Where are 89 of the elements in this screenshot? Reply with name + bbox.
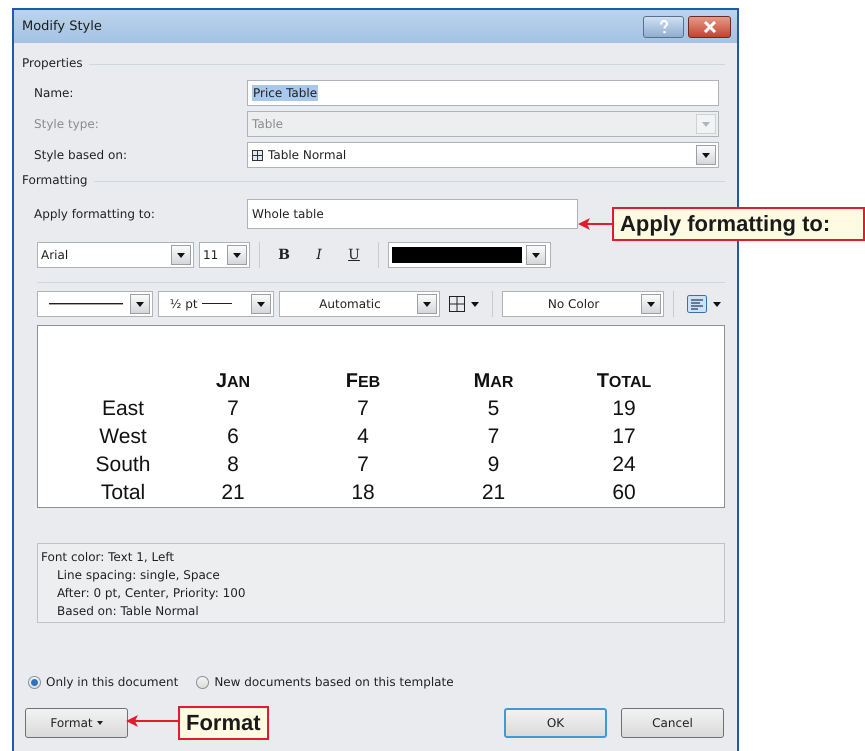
caret-icon [96, 721, 103, 725]
table-cell: 60 [612, 481, 636, 504]
radio-label[interactable]: New documents based on this template [214, 675, 454, 689]
question-icon [658, 20, 668, 34]
table-cell: 5 [488, 397, 500, 420]
radio-button[interactable] [196, 676, 210, 688]
cancel-button[interactable]: Cancel [621, 708, 724, 738]
table-icon [252, 150, 263, 160]
close-button[interactable] [688, 16, 731, 38]
window-title: Modify Style [22, 19, 103, 34]
caret-icon [532, 252, 540, 258]
caret-icon [702, 122, 710, 126]
bold-button[interactable]: B [269, 243, 299, 267]
table-cell: West [99, 425, 147, 448]
help-button[interactable] [643, 16, 684, 38]
column-header: TOTAL [596, 368, 652, 394]
table-cell: 21 [221, 481, 245, 504]
dropdown-button[interactable] [227, 245, 247, 265]
dropdown-button[interactable] [417, 294, 438, 314]
table-cell: East [102, 397, 144, 420]
table-cell: Total [100, 481, 146, 504]
section-heading: Properties [22, 56, 83, 70]
italic-button[interactable]: I [304, 243, 334, 267]
column-header: JAN [216, 368, 250, 394]
field-label: Style based on: [34, 148, 128, 162]
field-label: Apply formatting to: [34, 207, 156, 221]
dropdown-button[interactable] [130, 294, 150, 314]
caret-icon [136, 302, 144, 306]
line-sample-icon [202, 303, 232, 305]
field-label: Style type: [34, 117, 100, 131]
table-cell: 4 [357, 425, 369, 448]
table-cell: 24 [612, 453, 636, 476]
caret-icon [647, 302, 655, 306]
table-cell: 17 [612, 425, 636, 448]
font-color-dropdown[interactable] [388, 242, 551, 268]
table-cell: 8 [227, 453, 239, 476]
line-style-dropdown[interactable] [37, 291, 153, 317]
grid-icon [449, 296, 466, 312]
column-header: MAR [474, 368, 514, 394]
description-text: Font color: Text 1, Left [41, 549, 176, 566]
radio-button[interactable] [28, 676, 41, 688]
description-text: Based on: Table Normal [56, 603, 200, 620]
field-label: Name: [34, 86, 74, 100]
column-header: FEB [346, 368, 380, 394]
format-button[interactable]: Format [25, 708, 128, 738]
dropdown-button[interactable] [171, 245, 191, 265]
table-cell: 21 [482, 481, 506, 504]
table-cell: 7 [227, 397, 239, 420]
dropdown-button[interactable] [696, 145, 716, 165]
border-color-dropdown[interactable]: Automatic [278, 291, 440, 317]
table-cell: 6 [227, 425, 239, 448]
pointer-arrow [126, 713, 178, 729]
dropdown-field[interactable]: Table Normal [247, 142, 719, 168]
dropdown-button[interactable] [250, 294, 271, 314]
line-weight-dropdown[interactable]: ½ pt [158, 291, 274, 317]
table-cell: South [96, 453, 150, 476]
caret-icon [702, 152, 710, 158]
caret-icon [423, 302, 432, 306]
underline-button[interactable]: U [339, 243, 369, 267]
ok-button[interactable]: OK [504, 708, 607, 738]
caret-icon [177, 252, 185, 258]
description-text: After: 0 pt, Center, Priority: 100 [56, 585, 246, 602]
radio-label[interactable]: Only in this document [46, 675, 178, 689]
caret-icon [471, 302, 480, 306]
table-cell: 18 [351, 481, 375, 504]
caret-icon [713, 302, 721, 306]
dropdown-button[interactable] [641, 294, 661, 314]
pointer-arrow [578, 216, 612, 232]
shading-dropdown[interactable]: No Color [502, 291, 664, 317]
caret-icon [256, 302, 265, 306]
table-cell: 7 [357, 397, 369, 420]
section-heading: Formatting [22, 173, 88, 187]
table-cell: 9 [488, 453, 500, 476]
close-icon [702, 20, 716, 32]
table-cell: 7 [488, 425, 500, 448]
dropdown-button[interactable] [526, 245, 546, 265]
text-lines-icon [687, 295, 707, 313]
description-text: Line spacing: single, Space [56, 567, 221, 584]
callout-label: Format [178, 706, 269, 740]
callout-label: Apply formatting to: [612, 207, 865, 241]
line-weight-value: ½ pt [170, 297, 198, 311]
size-dropdown[interactable]: 11 [199, 242, 250, 268]
table-cell: 19 [612, 397, 636, 420]
input-field[interactable]: Whole table [247, 199, 578, 229]
font-dropdown[interactable]: Arial [37, 242, 194, 268]
input-field[interactable]: Price Table [247, 80, 719, 106]
line-sample-icon [49, 303, 123, 305]
caret-icon [233, 252, 241, 258]
table-cell: 7 [357, 453, 369, 476]
